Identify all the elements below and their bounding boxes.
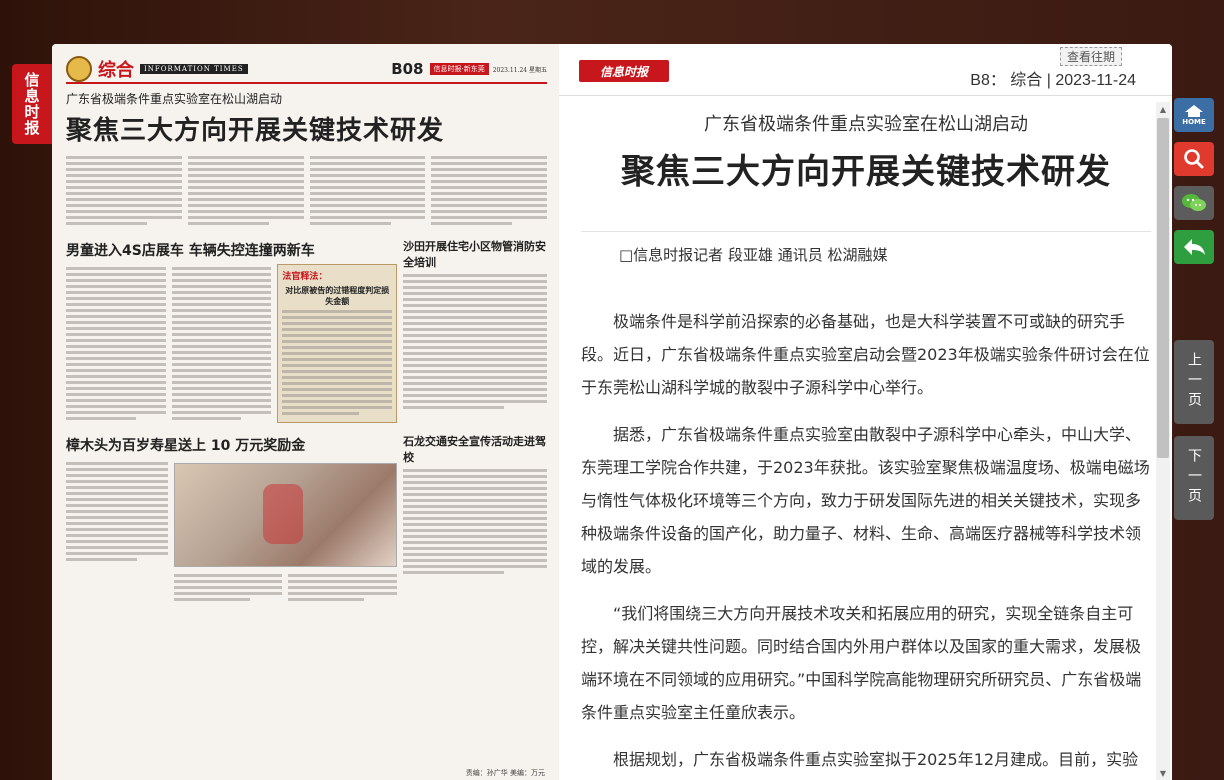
newspaper-page-number: B08	[391, 60, 424, 78]
prev-page-button[interactable]: 上一页	[1174, 340, 1214, 424]
newspaper-headline-3: 沙田开展住宅小区物管消防安全培训	[403, 240, 547, 269]
article-byline: □信息时报记者 段亚雄 通讯员 松湖融媒	[581, 231, 1151, 265]
newspaper-columns-mid: 男童进入4S店展车 车辆失控连撞两新车 法官释法： 对比原被告的过错程度判定损失…	[66, 234, 547, 423]
article-paragraph: 据悉，广东省极端条件重点实验室由散裂中子源科学中心牵头，中山大学、东莞理工学院合…	[581, 425, 1150, 576]
article-paragraph: 极端条件是科学前沿探索的必备基础，也是大科学装置不可或缺的研究手段。近日，广东省…	[581, 312, 1150, 397]
article-paragraph: “我们将围绕三大方向开展技术攻关和拓展应用的研究，实现全链条自主可控，解决关键共…	[581, 604, 1142, 722]
back-button[interactable]	[1174, 230, 1214, 264]
scroll-up-icon[interactable]: ▲	[1156, 102, 1170, 116]
search-button[interactable]	[1174, 142, 1214, 176]
home-icon	[1185, 105, 1203, 117]
article-title: 聚焦三大方向开展关键技术研发	[621, 152, 1111, 192]
archive-button[interactable]: 查看往期	[1059, 47, 1122, 66]
newspaper-photo	[173, 463, 398, 567]
newspaper-page-image[interactable]: 综合 INFORMATION TIMES B08 信息时报·新东莞 2023.1…	[52, 44, 559, 780]
article-reader: 信息时报 查看往期 B8： 综合 | 2023-11-24 广东省极端条件重点实…	[559, 44, 1172, 780]
side-tag[interactable]: 信息时报	[12, 64, 52, 144]
newspaper-logo-icon	[66, 56, 92, 82]
reader-header: 信息时报 查看往期 B8： 综合 | 2023-11-24	[559, 44, 1172, 96]
newspaper-headline-2: 男童进入4S店展车 车辆失控连撞两新车	[66, 243, 315, 259]
article-paragraph: 根据规划，广东省极端条件重点实验室拟于2025年12月建成。目前，实验室已具备种…	[613, 750, 1139, 769]
newspaper-headline-4: 樟木头为百岁寿星送上 10 万元奖励金	[66, 438, 306, 454]
home-label: HOME	[1182, 118, 1206, 126]
article-subtitle: 广东省极端条件重点实验室在松山湖启动	[704, 114, 1028, 135]
wechat-button[interactable]	[1174, 186, 1214, 220]
home-button[interactable]: HOME	[1174, 98, 1214, 132]
law-label: 法官释法：	[282, 272, 328, 282]
newspaper-section: 综合	[98, 60, 134, 81]
reader-window: 综合 INFORMATION TIMES B08 信息时报·新东莞 2023.1…	[52, 44, 1172, 780]
scroll-down-icon[interactable]: ▼	[1156, 766, 1170, 780]
newspaper-section-en: INFORMATION TIMES	[140, 64, 248, 74]
newspaper-footer: 责编：孙广华 美编：万元	[465, 769, 545, 777]
newspaper-columns-top	[66, 153, 547, 228]
newspaper-masthead: 信息时报·新东莞	[429, 63, 489, 75]
newspaper-title: 聚焦三大方向开展关键技术研发	[66, 116, 445, 146]
page-info: B8： 综合 | 2023-11-24	[970, 72, 1136, 89]
prev-page-label: 上一页	[1186, 352, 1202, 412]
newspaper-headline-5: 石龙交通安全宣传活动走进驾校	[403, 435, 547, 464]
brand-logo: 信息时报	[579, 60, 669, 82]
newspaper-columns-bottom: 樟木头为百岁寿星送上 10 万元奖励金 石龙交通安全宣传活动走进驾校	[66, 429, 547, 604]
wechat-icon	[1182, 194, 1206, 211]
next-page-label: 下一页	[1186, 448, 1202, 508]
newspaper-subtitle: 广东省极端条件重点实验室在松山湖启动	[66, 92, 283, 106]
vertical-scrollbar[interactable]: ▲ ▼	[1156, 102, 1170, 780]
next-page-button[interactable]: 下一页	[1174, 436, 1214, 520]
law-caption: 对比原被告的过错程度判定损失金额	[285, 285, 390, 306]
search-icon	[1184, 149, 1204, 169]
newspaper-header: 综合 INFORMATION TIMES B08 信息时报·新东莞 2023.1…	[66, 56, 547, 84]
article-body: 广东省极端条件重点实验室在松山湖启动 聚焦三大方向开展关键技术研发 □信息时报记…	[581, 100, 1151, 780]
back-arrow-icon	[1184, 239, 1205, 255]
newspaper-date: 2023.11.24 星期五	[492, 66, 547, 74]
newspaper-law-box: 法官释法： 对比原被告的过错程度判定损失金额	[277, 264, 398, 423]
scroll-thumb[interactable]	[1157, 118, 1169, 458]
